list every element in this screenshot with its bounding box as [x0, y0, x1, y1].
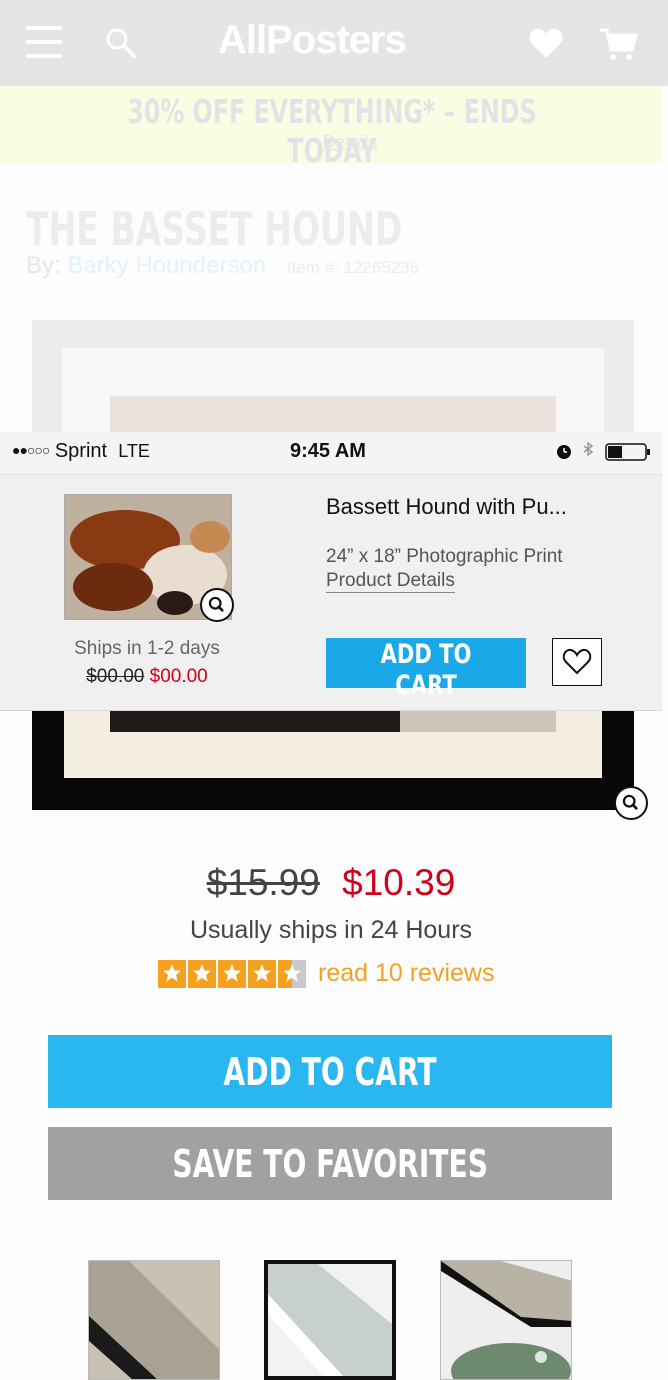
old-price: $15.99	[206, 862, 320, 903]
artist-link[interactable]: Barky Hounderson	[67, 252, 266, 279]
thumbnail-zoom-icon[interactable]	[200, 588, 234, 622]
network-type: LTE	[118, 441, 150, 461]
product-photo-bottom-highlight	[400, 710, 556, 732]
status-time: 9:45 AM	[290, 440, 366, 462]
star-2	[188, 960, 216, 988]
sticky-shipping-text: Ships in 1-2 days	[74, 638, 220, 659]
sticky-sale-price: $00.00	[149, 666, 208, 687]
heart-outline-icon	[562, 648, 592, 675]
product-title: THE BASSET HOUND	[26, 202, 403, 256]
add-to-cart-label: ADD TO CART	[223, 1049, 437, 1094]
frame-option-3[interactable]	[440, 1260, 572, 1380]
byline: By: Barky Hounderson Item #: 12265235	[26, 252, 419, 280]
promo-details-link[interactable]: Details	[300, 132, 400, 153]
battery-icon	[605, 443, 650, 461]
status-icons	[557, 441, 650, 461]
alarm-icon	[557, 445, 571, 459]
sticky-product-name: Bassett Hound with Pu...	[326, 494, 567, 519]
site-logo[interactable]: AllPosters	[218, 18, 458, 66]
star-5	[278, 960, 306, 988]
star-1	[158, 960, 186, 988]
product-photo-top	[110, 396, 556, 432]
add-to-cart-button[interactable]: ADD TO CART	[48, 1035, 612, 1108]
search-icon[interactable]	[104, 26, 138, 60]
status-carrier: ●●○○○ Sprint LTE	[12, 440, 150, 463]
frame-option-1[interactable]	[88, 1260, 220, 1380]
sale-price: $10.39	[342, 862, 456, 903]
cart-icon[interactable]	[598, 26, 638, 62]
star-3	[218, 960, 246, 988]
star-rating	[158, 960, 306, 988]
heart-icon[interactable]	[528, 26, 564, 60]
product-details-link[interactable]: Product Details	[326, 570, 455, 593]
shipping-text: Usually ships in 24 Hours	[189, 916, 473, 944]
save-to-favorites-button[interactable]: SAVE TO FAVORITES	[48, 1127, 612, 1200]
price-block: $15.99 $10.39	[0, 862, 662, 904]
sticky-add-to-cart-label: ADD TO CART	[380, 639, 472, 701]
save-to-favorites-label: SAVE TO FAVORITES	[172, 1141, 488, 1186]
sticky-product-size: 24” x 18” Photographic Print	[326, 546, 563, 567]
frame-option-2-selected[interactable]	[264, 1260, 396, 1380]
signal-strength: ●●○○○	[12, 442, 50, 458]
sticky-add-to-cart-button[interactable]: ADD TO CART	[326, 638, 526, 701]
menu-icon[interactable]	[26, 26, 62, 58]
reviews-link[interactable]: read 10 reviews	[318, 959, 494, 988]
promo-headline: 30% OFF EVERYTHING* – ENDS TODAY	[127, 92, 537, 170]
sticky-favorite-button[interactable]	[552, 638, 602, 686]
zoom-icon[interactable]	[614, 786, 648, 820]
sticky-price: $00.00 $00.00	[64, 666, 230, 688]
bluetooth-icon	[583, 441, 594, 457]
sticky-old-price: $00.00	[86, 666, 145, 687]
item-number: Item #: 12265235	[286, 258, 420, 277]
star-4	[248, 960, 276, 988]
carrier-name: Sprint	[54, 440, 108, 462]
by-label: By:	[26, 252, 61, 279]
